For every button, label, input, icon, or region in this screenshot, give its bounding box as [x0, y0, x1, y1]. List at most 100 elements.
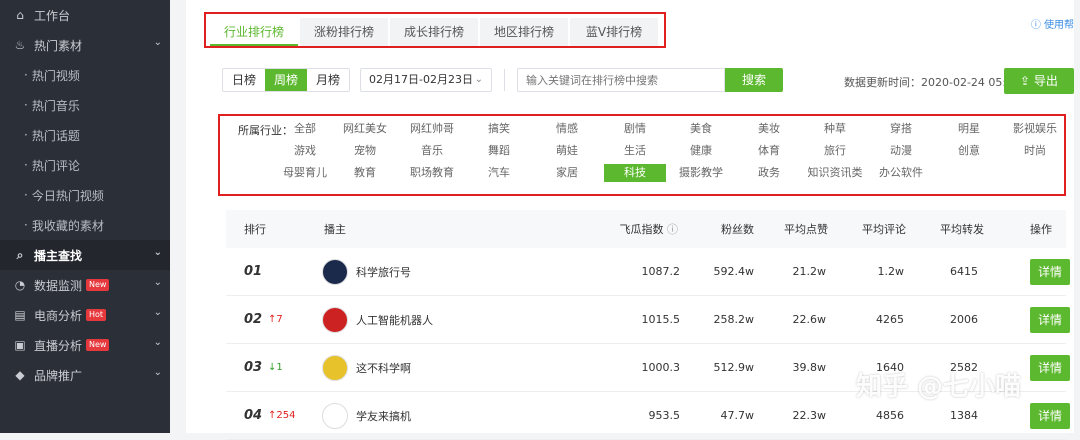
industry-tag[interactable]: 摄影教学 [670, 164, 732, 182]
industry-tag[interactable]: 萌娃 [536, 142, 598, 160]
shares-value: 6415 [950, 265, 978, 278]
rank-number: 01 [244, 264, 263, 279]
industry-tag[interactable]: 游戏 [274, 142, 336, 160]
avatar [322, 258, 348, 285]
industry-tag[interactable]: 体育 [738, 142, 800, 160]
period-daily[interactable]: 日榜 [223, 69, 265, 91]
period-monthly[interactable]: 月榜 [307, 69, 349, 91]
industry-tag[interactable]: 舞蹈 [468, 142, 530, 160]
industry-tag[interactable]: 教育 [334, 164, 396, 182]
industry-tag[interactable]: 全部 [274, 120, 336, 138]
divider [504, 69, 505, 91]
industry-tag[interactable]: 剧情 [604, 120, 666, 138]
industry-tag[interactable]: 家居 [536, 164, 598, 182]
likes-value: 22.6w [792, 313, 827, 326]
comments-value: 4265 [876, 313, 904, 326]
rank-number: 03 [244, 360, 263, 375]
sidebar-item-label: 直播分析 [34, 338, 83, 353]
shares-value: 1384 [950, 409, 978, 422]
detail-button[interactable]: 详情 [1030, 402, 1070, 429]
likes-value: 21.2w [792, 265, 827, 278]
date-range-value: 02月17日-02月23日 [369, 73, 473, 86]
detail-button[interactable]: 详情 [1030, 258, 1070, 285]
industry-tag[interactable]: 网红美女 [334, 120, 396, 138]
industry-tag[interactable]: 汽车 [468, 164, 530, 182]
header-index: 飞瓜指数 ⓘ [619, 223, 679, 236]
new-badge: New [86, 279, 110, 291]
detail-button[interactable]: 详情 [1030, 354, 1070, 381]
tab-growth[interactable]: 成长排行榜 [390, 18, 478, 46]
period-weekly[interactable]: 周榜 [265, 69, 307, 91]
streamer-name[interactable]: 这不科学啊 [356, 360, 411, 376]
header-action: 操作 [1030, 223, 1052, 236]
industry-tag[interactable]: 创意 [938, 142, 1000, 160]
help-link[interactable]: ⓘ 使用帮 [1031, 16, 1074, 31]
streamer-name[interactable]: 人工智能机器人 [356, 312, 433, 328]
industry-tag[interactable]: 旅行 [804, 142, 866, 160]
industry-tag[interactable]: 穿搭 [870, 120, 932, 138]
table-row: 02 ↑7 人工智能机器人 1015.5 258.2w 22.6w 4265 2006 详情 [226, 296, 1070, 344]
sidebar-item-label: 数据监测 [34, 278, 83, 293]
sidebar-sub-hot-comments[interactable]: 热门评论 [0, 150, 170, 180]
industry-tag[interactable]: 网红帅哥 [401, 120, 463, 138]
industry-tag[interactable]: 美食 [670, 120, 732, 138]
industry-tag[interactable]: 宠物 [334, 142, 396, 160]
sidebar-item-label: 热门素材 [34, 38, 83, 53]
sidebar-sub-my-favorites[interactable]: 我收藏的素材 [0, 210, 170, 240]
industry-filter: 所属行业： 全部 网红美女 网红帅哥 搞笑 情感 剧情 美食 美妆 种草 穿搭 明星 影视娱乐 游戏 宠物… [218, 114, 1066, 196]
header-fans: 粉丝数 [721, 223, 754, 236]
industry-tag[interactable]: 动漫 [870, 142, 932, 160]
avatar [322, 354, 348, 381]
sidebar-item-brand[interactable]: ◆ 品牌推广 ⌄ [0, 360, 170, 390]
streamer-name[interactable]: 科学旅行号 [356, 264, 411, 280]
industry-tag[interactable]: 情感 [536, 120, 598, 138]
sidebar-item-streamer-search[interactable]: ⌕ 播主查找 ⌄ [0, 240, 170, 270]
update-time: 数据更新时间：2020-02-24 05:00 [844, 76, 1021, 89]
sidebar-sub-today-hot-videos[interactable]: 今日热门视频 [0, 180, 170, 210]
sidebar-item-data-monitor[interactable]: ◔ 数据监测 New ⌄ [0, 270, 170, 300]
chevron-down-icon: ⌄ [153, 37, 162, 48]
hot-badge: Hot [86, 309, 107, 321]
industry-tag[interactable]: 健康 [670, 142, 732, 160]
industry-tag[interactable]: 政务 [738, 164, 800, 182]
info-icon: ⓘ [667, 223, 678, 236]
chevron-down-icon: ⌄ [153, 307, 162, 318]
search-button[interactable]: 搜索 [725, 68, 783, 92]
search-input[interactable] [517, 68, 725, 92]
industry-tag[interactable]: 影视娱乐 [1004, 120, 1066, 138]
rank-change: ↑254 [268, 410, 296, 421]
rank-number: 04 [244, 408, 263, 423]
sidebar-item-hot-materials[interactable]: ♨ 热门素材 ⌄ [0, 30, 170, 60]
date-range-select[interactable]: 02月17日-02月23日 ⌄ [360, 68, 492, 92]
industry-tag[interactable]: 种草 [804, 120, 866, 138]
industry-tag[interactable]: 知识资讯类 [804, 164, 866, 182]
table-row: 01 科学旅行号 1087.2 592.4w 21.2w 1.2w 6415 详情 [226, 248, 1070, 296]
sidebar-sub-hot-music[interactable]: 热门音乐 [0, 90, 170, 120]
sidebar-item-workbench[interactable]: ⌂ 工作台 [0, 0, 170, 30]
industry-tag[interactable]: 生活 [604, 142, 666, 160]
table-header: 排行 播主 飞瓜指数 ⓘ 粉丝数 平均点赞 平均评论 平均转发 操作 [226, 210, 1066, 248]
tab-region[interactable]: 地区排行榜 [480, 18, 568, 46]
tab-fans-growth[interactable]: 涨粉排行榜 [300, 18, 388, 46]
tab-bluev[interactable]: 蓝V排行榜 [570, 18, 658, 46]
sidebar-sub-hot-topics[interactable]: 热门话题 [0, 120, 170, 150]
industry-tag[interactable]: 母婴育儿 [274, 164, 336, 182]
sidebar-item-ecommerce[interactable]: ▤ 电商分析 Hot ⌄ [0, 300, 170, 330]
tab-industry[interactable]: 行业排行榜 [210, 18, 298, 46]
sidebar-sub-hot-videos[interactable]: 热门视频 [0, 60, 170, 90]
industry-tag[interactable]: 办公软件 [870, 164, 932, 182]
industry-tag[interactable]: 搞笑 [468, 120, 530, 138]
industry-tag[interactable]: 明星 [938, 120, 1000, 138]
industry-tag[interactable]: 时尚 [1004, 142, 1066, 160]
fans-value: 47.7w [720, 409, 755, 422]
rank-number: 02 [244, 312, 263, 327]
export-button[interactable]: ⇪ 导出 [1004, 68, 1074, 94]
industry-tag[interactable]: 音乐 [401, 142, 463, 160]
industry-tag[interactable]: 科技 [604, 164, 666, 182]
industry-tag[interactable]: 职场教育 [401, 164, 463, 182]
industry-tag[interactable]: 美妆 [738, 120, 800, 138]
chevron-down-icon: ⌄ [474, 74, 483, 85]
detail-button[interactable]: 详情 [1030, 306, 1070, 333]
sidebar-item-live[interactable]: ▣ 直播分析 New ⌄ [0, 330, 170, 360]
streamer-name[interactable]: 学友来搞机 [356, 408, 411, 424]
